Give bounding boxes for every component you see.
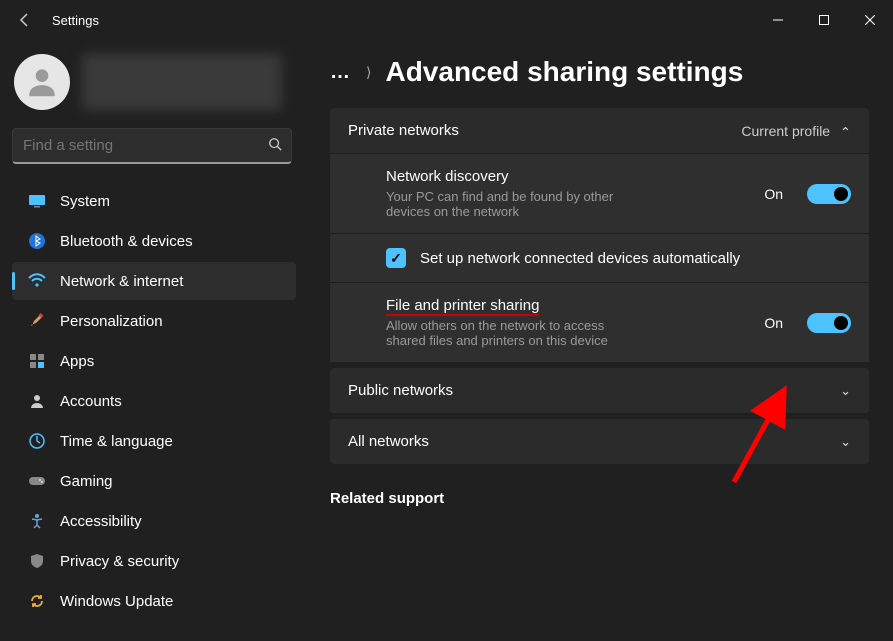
main-content: … ⟩ Advanced sharing settings Private ne…: [306, 40, 893, 641]
paintbrush-icon: [28, 312, 46, 330]
breadcrumb: … ⟩ Advanced sharing settings: [330, 56, 869, 88]
card-title: All networks: [348, 433, 429, 450]
maximize-button[interactable]: [801, 4, 847, 36]
search-input[interactable]: [13, 137, 259, 154]
minimize-button[interactable]: [755, 4, 801, 36]
titlebar: Settings: [0, 0, 893, 40]
nav-label: Personalization: [60, 313, 163, 330]
display-icon: [28, 192, 46, 210]
nav-label: Bluetooth & devices: [60, 233, 193, 250]
nav-personalization[interactable]: Personalization: [12, 302, 296, 340]
toggle-label: On: [764, 315, 783, 331]
nav-label: Privacy & security: [60, 553, 179, 570]
auto-setup-row[interactable]: ✓ Set up network connected devices autom…: [330, 233, 869, 282]
sidebar: System Bluetooth & devices Network & int…: [0, 40, 306, 641]
nav-network[interactable]: Network & internet: [12, 262, 296, 300]
page-title: Advanced sharing settings: [385, 56, 743, 88]
nav-label: System: [60, 193, 110, 210]
nav-time-language[interactable]: Time & language: [12, 422, 296, 460]
checkbox-label: Set up network connected devices automat…: [420, 250, 740, 267]
search-field[interactable]: [12, 128, 292, 164]
close-button[interactable]: [847, 4, 893, 36]
file-printer-sharing-toggle[interactable]: [807, 313, 851, 333]
nav-privacy[interactable]: Privacy & security: [12, 542, 296, 580]
profile-info-redacted: [82, 54, 282, 110]
accessibility-icon: [28, 512, 46, 530]
nav-accessibility[interactable]: Accessibility: [12, 502, 296, 540]
search-icon: [259, 137, 291, 154]
file-printer-sharing-row: File and printer sharing Allow others on…: [330, 282, 869, 362]
chevron-down-icon: ⌄: [840, 434, 851, 450]
network-discovery-toggle[interactable]: [807, 184, 851, 204]
nav-windows-update[interactable]: Windows Update: [12, 582, 296, 620]
wifi-icon: [28, 272, 46, 290]
checkbox-checked-icon[interactable]: ✓: [386, 248, 406, 268]
avatar: [14, 54, 70, 110]
row-title: Network discovery: [386, 168, 748, 185]
profile-area[interactable]: [14, 54, 304, 110]
clock-globe-icon: [28, 432, 46, 450]
card-title: Public networks: [348, 382, 453, 399]
private-networks-card: Private networks Current profile ⌄ Netwo…: [330, 108, 869, 362]
nav-gaming[interactable]: Gaming: [12, 462, 296, 500]
public-networks-card[interactable]: Public networks ⌄: [330, 368, 869, 413]
window-title: Settings: [52, 13, 99, 28]
shield-icon: [28, 552, 46, 570]
nav-list: System Bluetooth & devices Network & int…: [12, 182, 306, 620]
nav-accounts[interactable]: Accounts: [12, 382, 296, 420]
nav-label: Time & language: [60, 433, 173, 450]
nav-bluetooth[interactable]: Bluetooth & devices: [12, 222, 296, 260]
nav-label: Accounts: [60, 393, 122, 410]
row-title: File and printer sharing: [386, 297, 748, 314]
related-support-heading: Related support: [330, 490, 869, 507]
nav-system[interactable]: System: [12, 182, 296, 220]
chevron-up-icon: ⌄: [840, 123, 851, 139]
bluetooth-icon: [28, 232, 46, 250]
back-button[interactable]: [6, 1, 44, 39]
nav-label: Gaming: [60, 473, 113, 490]
nav-label: Network & internet: [60, 273, 183, 290]
nav-label: Windows Update: [60, 593, 173, 610]
nav-label: Accessibility: [60, 513, 142, 530]
all-networks-card[interactable]: All networks ⌄: [330, 419, 869, 464]
nav-apps[interactable]: Apps: [12, 342, 296, 380]
chevron-right-icon: ⟩: [366, 64, 371, 81]
chevron-down-icon: ⌄: [840, 383, 851, 399]
row-desc: Your PC can find and be found by other d…: [386, 189, 646, 219]
toggle-label: On: [764, 186, 783, 202]
current-profile-badge: Current profile: [741, 123, 830, 139]
private-networks-header[interactable]: Private networks Current profile ⌄: [330, 108, 869, 153]
update-icon: [28, 592, 46, 610]
network-discovery-row: Network discovery Your PC can find and b…: [330, 154, 869, 233]
card-title: Private networks: [348, 122, 459, 139]
gaming-icon: [28, 472, 46, 490]
breadcrumb-more-icon[interactable]: …: [330, 61, 352, 84]
nav-label: Apps: [60, 353, 94, 370]
account-icon: [28, 392, 46, 410]
row-desc: Allow others on the network to access sh…: [386, 318, 646, 348]
apps-icon: [28, 352, 46, 370]
